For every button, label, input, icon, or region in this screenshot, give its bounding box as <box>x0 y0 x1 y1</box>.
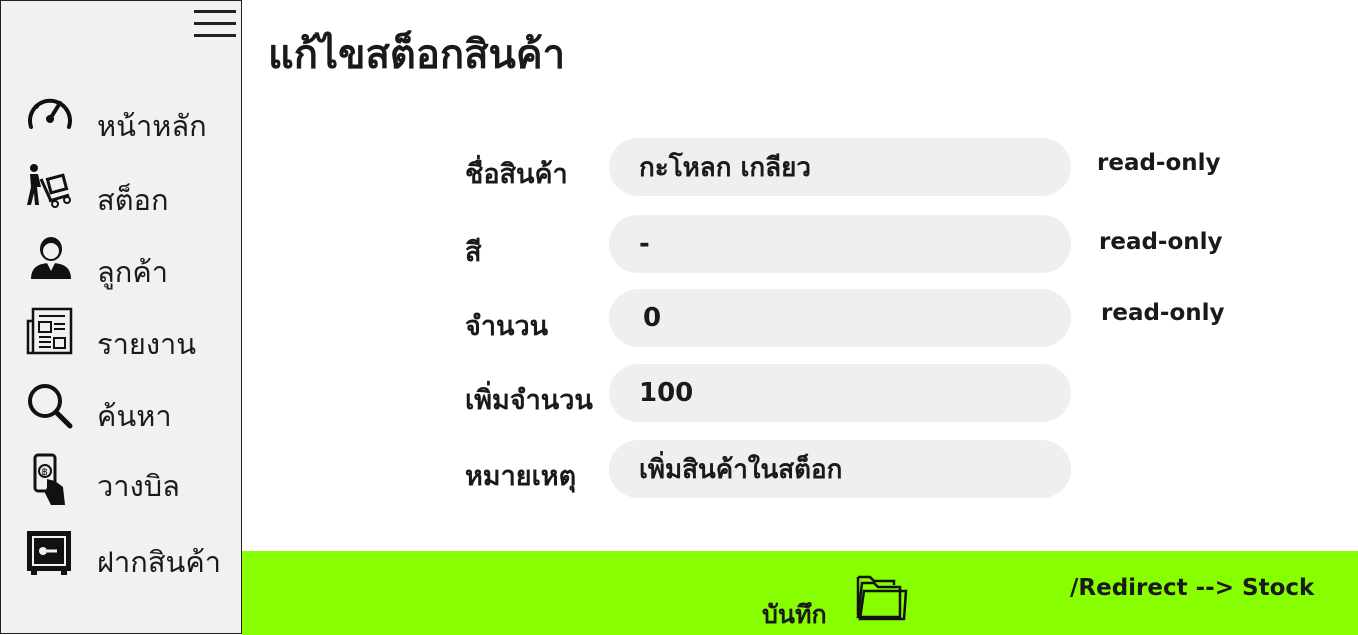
read-only-note: read-only <box>1099 229 1223 255</box>
search-icon <box>25 381 75 431</box>
sidebar-item-label: สต็อก <box>97 183 169 217</box>
sidebar-item-deposit[interactable]: ฝากสินค้า <box>25 529 235 585</box>
folder-icon <box>854 571 914 623</box>
save-button-label: บันทึก <box>762 600 827 629</box>
sidebar-item-label: วางบิล <box>97 469 180 503</box>
page-title: แก้ไขสต็อกสินค้า <box>268 32 566 78</box>
hand-truck-icon <box>25 163 75 213</box>
field-label-add-quantity: เพิ่มจำนวน <box>465 385 593 416</box>
read-only-note: read-only <box>1101 300 1225 326</box>
add-quantity-input[interactable]: 100 <box>609 364 1071 422</box>
bill-payment-icon: ฿ <box>25 453 75 505</box>
safe-icon <box>25 529 75 579</box>
sidebar-item-report[interactable]: รายงาน <box>25 307 235 363</box>
sidebar-item-label: หน้าหลัก <box>97 109 207 143</box>
field-label-quantity: จำนวน <box>465 311 549 342</box>
note-input[interactable]: เพิ่มสินค้าในสต็อก <box>609 440 1071 498</box>
user-icon <box>25 235 75 285</box>
save-button[interactable]: บันทึก <box>762 569 922 629</box>
field-label-note: หมายเหตุ <box>465 461 577 492</box>
quantity-field: 0 <box>609 289 1071 347</box>
sidebar-item-search[interactable]: ค้นหา <box>25 381 235 437</box>
sidebar-item-customer[interactable]: ลูกค้า <box>25 235 235 291</box>
color-field: - <box>609 215 1071 273</box>
sidebar-item-stock[interactable]: สต็อก <box>25 163 235 219</box>
sidebar-item-label: รายงาน <box>97 327 197 361</box>
hamburger-menu-icon[interactable] <box>193 8 237 40</box>
sidebar-item-label: ค้นหา <box>97 399 172 433</box>
field-label-product-name: ชื่อสินค้า <box>465 159 568 190</box>
footer-bar: บันทึก /Redirect --> Stock <box>242 551 1358 635</box>
sidebar-item-billing[interactable]: ฿ วางบิล <box>25 453 235 509</box>
speedometer-icon <box>25 93 75 143</box>
sidebar-item-home[interactable]: หน้าหลัก <box>25 93 235 149</box>
sidebar-item-label: ลูกค้า <box>97 255 169 289</box>
product-name-field: กะโหลก เกลียว <box>609 138 1071 196</box>
field-label-color: สี <box>465 237 482 268</box>
read-only-note: read-only <box>1097 150 1221 176</box>
sidebar: หน้าหลัก สต็อก ลูกค้า รายงาน ค้นหา ฿ วาง… <box>0 0 242 634</box>
newspaper-icon <box>25 307 75 357</box>
svg-text:฿: ฿ <box>42 467 48 478</box>
sidebar-item-label: ฝากสินค้า <box>97 545 222 579</box>
redirect-note: /Redirect --> Stock <box>1070 575 1315 601</box>
